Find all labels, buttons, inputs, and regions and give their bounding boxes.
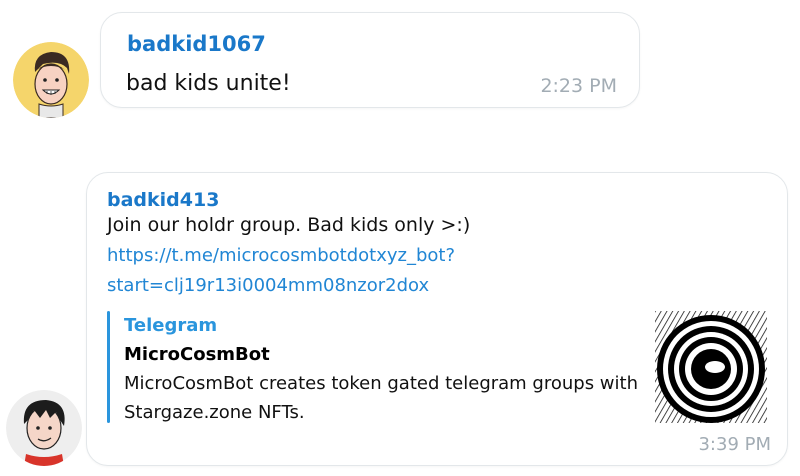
sender-name[interactable]: badkid1067 <box>127 32 266 56</box>
sender-name[interactable]: badkid413 <box>107 189 219 211</box>
spiral-eye-logo-icon <box>655 311 767 423</box>
sender-avatar[interactable] <box>6 390 82 466</box>
message-time: 2:23 PM <box>540 75 617 97</box>
link-line[interactable]: https://t.me/microcosmbotdotxyz_bot? <box>107 241 455 271</box>
message-time: 3:39 PM <box>698 434 771 455</box>
preview-description: MicroCosmBot creates token gated telegra… <box>124 373 638 423</box>
preview-accent-bar <box>107 311 110 423</box>
message-bubble[interactable]: badkid1067 bad kids unite! 2:23 PM <box>100 12 640 108</box>
message-bubble[interactable]: badkid413 Join our holdr group. Bad kids… <box>86 172 788 466</box>
sender-avatar[interactable] <box>13 42 89 118</box>
preview-title[interactable]: MicroCosmBot <box>124 344 270 365</box>
link-line[interactable]: start=clj19r13i0004mm08nzor2dox <box>107 271 455 301</box>
preview-site-name[interactable]: Telegram <box>124 315 217 336</box>
preview-thumbnail[interactable] <box>655 311 767 423</box>
kid-face-icon <box>6 390 82 466</box>
message-link[interactable]: https://t.me/microcosmbotdotxyz_bot? sta… <box>107 241 455 301</box>
kid-face-icon <box>13 42 89 118</box>
message-text: bad kids unite! <box>126 71 291 96</box>
message-text: Join our holdr group. Bad kids only >:) <box>107 214 471 236</box>
